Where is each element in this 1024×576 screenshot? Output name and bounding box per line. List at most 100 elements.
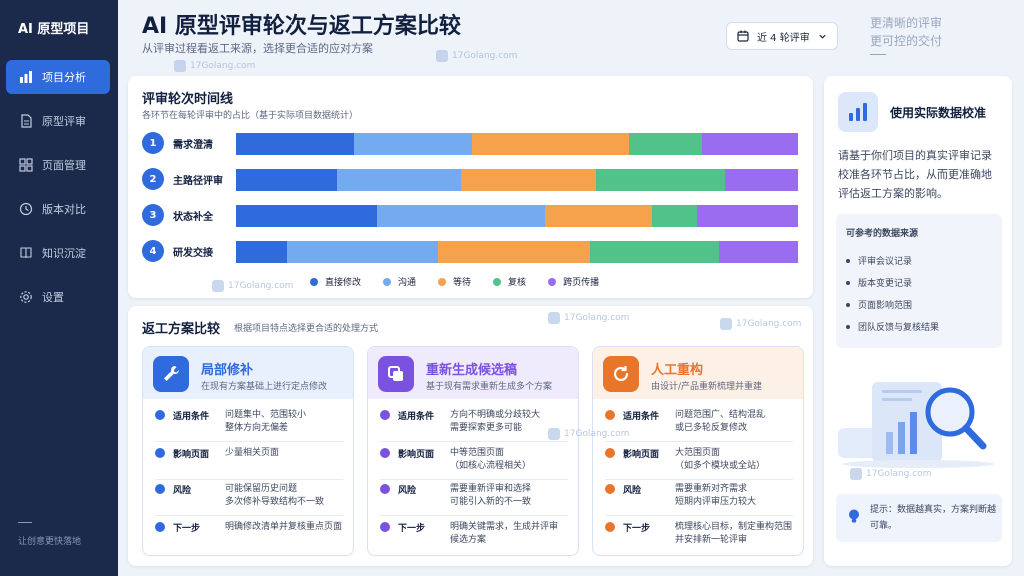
- risk-icon: [380, 484, 390, 494]
- legend-swatch: [310, 277, 318, 286]
- row-divider: [380, 479, 568, 480]
- pages-icon: [380, 448, 390, 458]
- row-divider: [605, 515, 793, 516]
- watermark: 17Golang.com: [212, 280, 293, 292]
- bar-segment: [651, 205, 697, 227]
- option-title: 人工重构: [651, 363, 704, 378]
- bar-segment: [702, 133, 798, 155]
- option-card[interactable]: 重新生成候选稿 基于现有需求重新生成多个方案 适用条件 方向不明确或分歧较大 需要探索…: [367, 346, 579, 556]
- round-select[interactable]: 近 4 轮评审: [726, 22, 838, 50]
- round-label: 状态补全: [173, 212, 213, 223]
- compare-title: 返工方案比较: [142, 322, 221, 337]
- option-desc: 基于现有需求重新生成多个方案: [426, 382, 553, 392]
- option-row-key: 适用条件: [623, 412, 660, 422]
- stacked-bar: [236, 205, 798, 227]
- data-source-item: 评审会议记录: [846, 254, 912, 267]
- bar-segment: [724, 169, 798, 191]
- pages-icon: [155, 448, 165, 458]
- option-row-key: 影响页面: [173, 450, 210, 460]
- watermark: 17Golang.com: [548, 312, 629, 324]
- condition-icon: [380, 410, 390, 420]
- bar-chart-icon: [838, 92, 878, 132]
- data-source-item: 版本变更记录: [846, 276, 912, 289]
- page-subtitle: 从评审过程看返工来源，选择更合适的应对方案: [142, 42, 373, 55]
- option-row-value: 可能保留历史问题 多次修补导致结构不一致: [225, 484, 325, 507]
- sidebar-item[interactable]: 知识沉淀: [6, 236, 110, 270]
- copy-icon: [378, 356, 414, 392]
- bar-segment: [354, 133, 473, 155]
- option-row-key: 下一步: [398, 524, 426, 534]
- legend-swatch: [383, 277, 392, 286]
- timeline-card: 评审轮次时间线 各环节在每轮评审中的占比（基于实际项目数据统计） 1 需求澄清 2 主…: [128, 76, 813, 298]
- legend-swatch: [548, 277, 557, 286]
- analysis-illustration: [838, 382, 994, 468]
- sidebar: AI 原型项目 项目分析原型评审页面管理版本对比知识沉淀设置 让创意更快落地: [0, 0, 118, 576]
- legend-item: 等待: [438, 275, 471, 288]
- legend-label: 沟通: [398, 278, 417, 288]
- round-number-badge: 4: [142, 240, 164, 262]
- bar-segment: [545, 205, 652, 227]
- option-row-key: 风险: [173, 486, 192, 496]
- sidebar-item[interactable]: 项目分析: [6, 60, 110, 94]
- bar-segment: [376, 205, 546, 227]
- calibration-card: 使用实际数据校准 请基于你们项目的真实评审记录校准各环节占比，从而更准确地评估返…: [824, 76, 1012, 566]
- stacked-bar: [236, 133, 798, 155]
- sidebar-item[interactable]: 设置: [6, 280, 110, 314]
- option-row-value: 需要重新评审和选择 可能引入新的不一致: [450, 484, 532, 507]
- legend-item: 沟通: [383, 275, 416, 288]
- refresh-icon: [603, 356, 639, 392]
- option-card[interactable]: 局部修补 在现有方案基础上进行定点修改 适用条件 问题集中、范围较小 整体方向无偏差影…: [142, 346, 354, 556]
- timeline-row: 2 主路径评审: [142, 168, 802, 192]
- calibration-title: 使用实际数据校准: [890, 106, 987, 120]
- tagline-divider: [870, 54, 886, 55]
- round-number-badge: 1: [142, 132, 164, 154]
- chevron-down-icon: [819, 34, 826, 39]
- sidebar-item-label: 项目分析: [42, 71, 86, 84]
- sidebar-item[interactable]: 页面管理: [6, 148, 110, 182]
- row-divider: [155, 515, 343, 516]
- option-row-key: 风险: [398, 486, 417, 496]
- page-title: AI 原型评审轮次与返工方案比较: [142, 14, 461, 39]
- legend-swatch: [438, 277, 447, 286]
- tagline-line-1: 更清晰的评审: [870, 16, 943, 30]
- stacked-bar: [236, 169, 798, 191]
- slogan-divider: [18, 522, 32, 523]
- sidebar-item[interactable]: 原型评审: [6, 104, 110, 138]
- bar-segment: [236, 133, 355, 155]
- option-row-value: 需要重新对齐需求 短期内评审压力较大: [675, 484, 757, 507]
- header-tagline: 更清晰的评审 更可控的交付: [870, 14, 942, 50]
- compare-card: 返工方案比较 根据项目特点选择更合适的处理方式 局部修补 在现有方案基础上进行定点…: [128, 306, 813, 566]
- wrench-icon: [153, 356, 189, 392]
- sidebar-item-label: 版本对比: [42, 203, 86, 216]
- row-divider: [380, 441, 568, 442]
- bar-segment: [438, 241, 591, 263]
- timeline-row: 3 状态补全: [142, 204, 802, 228]
- timeline-row: 4 研发交接: [142, 240, 802, 264]
- option-row-key: 适用条件: [398, 412, 435, 422]
- sidebar-item[interactable]: 版本对比: [6, 192, 110, 226]
- row-divider: [155, 479, 343, 480]
- bar-segment: [236, 241, 287, 263]
- option-header: 重新生成候选稿 基于现有需求重新生成多个方案: [368, 347, 578, 399]
- option-card[interactable]: 人工重构 由设计/产品重新梳理并重建 适用条件 问题范围广、结构混乱 或已多轮反复修改…: [592, 346, 804, 556]
- app-brand: AI 原型项目: [18, 22, 90, 37]
- grid-icon: [18, 157, 34, 173]
- option-row-value: 问题范围广、结构混乱 或已多轮反复修改: [675, 410, 766, 433]
- sidebar-item-label: 设置: [42, 291, 64, 304]
- bar-segment: [236, 169, 338, 191]
- round-number-badge: 3: [142, 204, 164, 226]
- option-row-key: 下一步: [623, 524, 651, 534]
- timeline-subtitle: 各环节在每轮评审中的占比（基于实际项目数据统计）: [142, 111, 359, 121]
- data-source-box: 可参考的数据来源 评审会议记录 版本变更记录 页面影响范围 团队反馈与复核结果: [836, 214, 1002, 348]
- option-row-value: 问题集中、范围较小 整体方向无偏差: [225, 410, 307, 433]
- round-select-value: 近 4 轮评审: [757, 32, 810, 44]
- app-slogan: 让创意更快落地: [18, 537, 82, 547]
- watermark: 17Golang.com: [720, 318, 801, 330]
- book-icon: [18, 245, 34, 261]
- stacked-bar: [236, 241, 798, 263]
- option-row-value: 中等范围页面 （如核心流程相关）: [450, 448, 532, 471]
- option-row-key: 下一步: [173, 524, 201, 534]
- option-row-key: 风险: [623, 486, 642, 496]
- option-title: 局部修补: [201, 363, 254, 378]
- bar-segment: [719, 241, 798, 263]
